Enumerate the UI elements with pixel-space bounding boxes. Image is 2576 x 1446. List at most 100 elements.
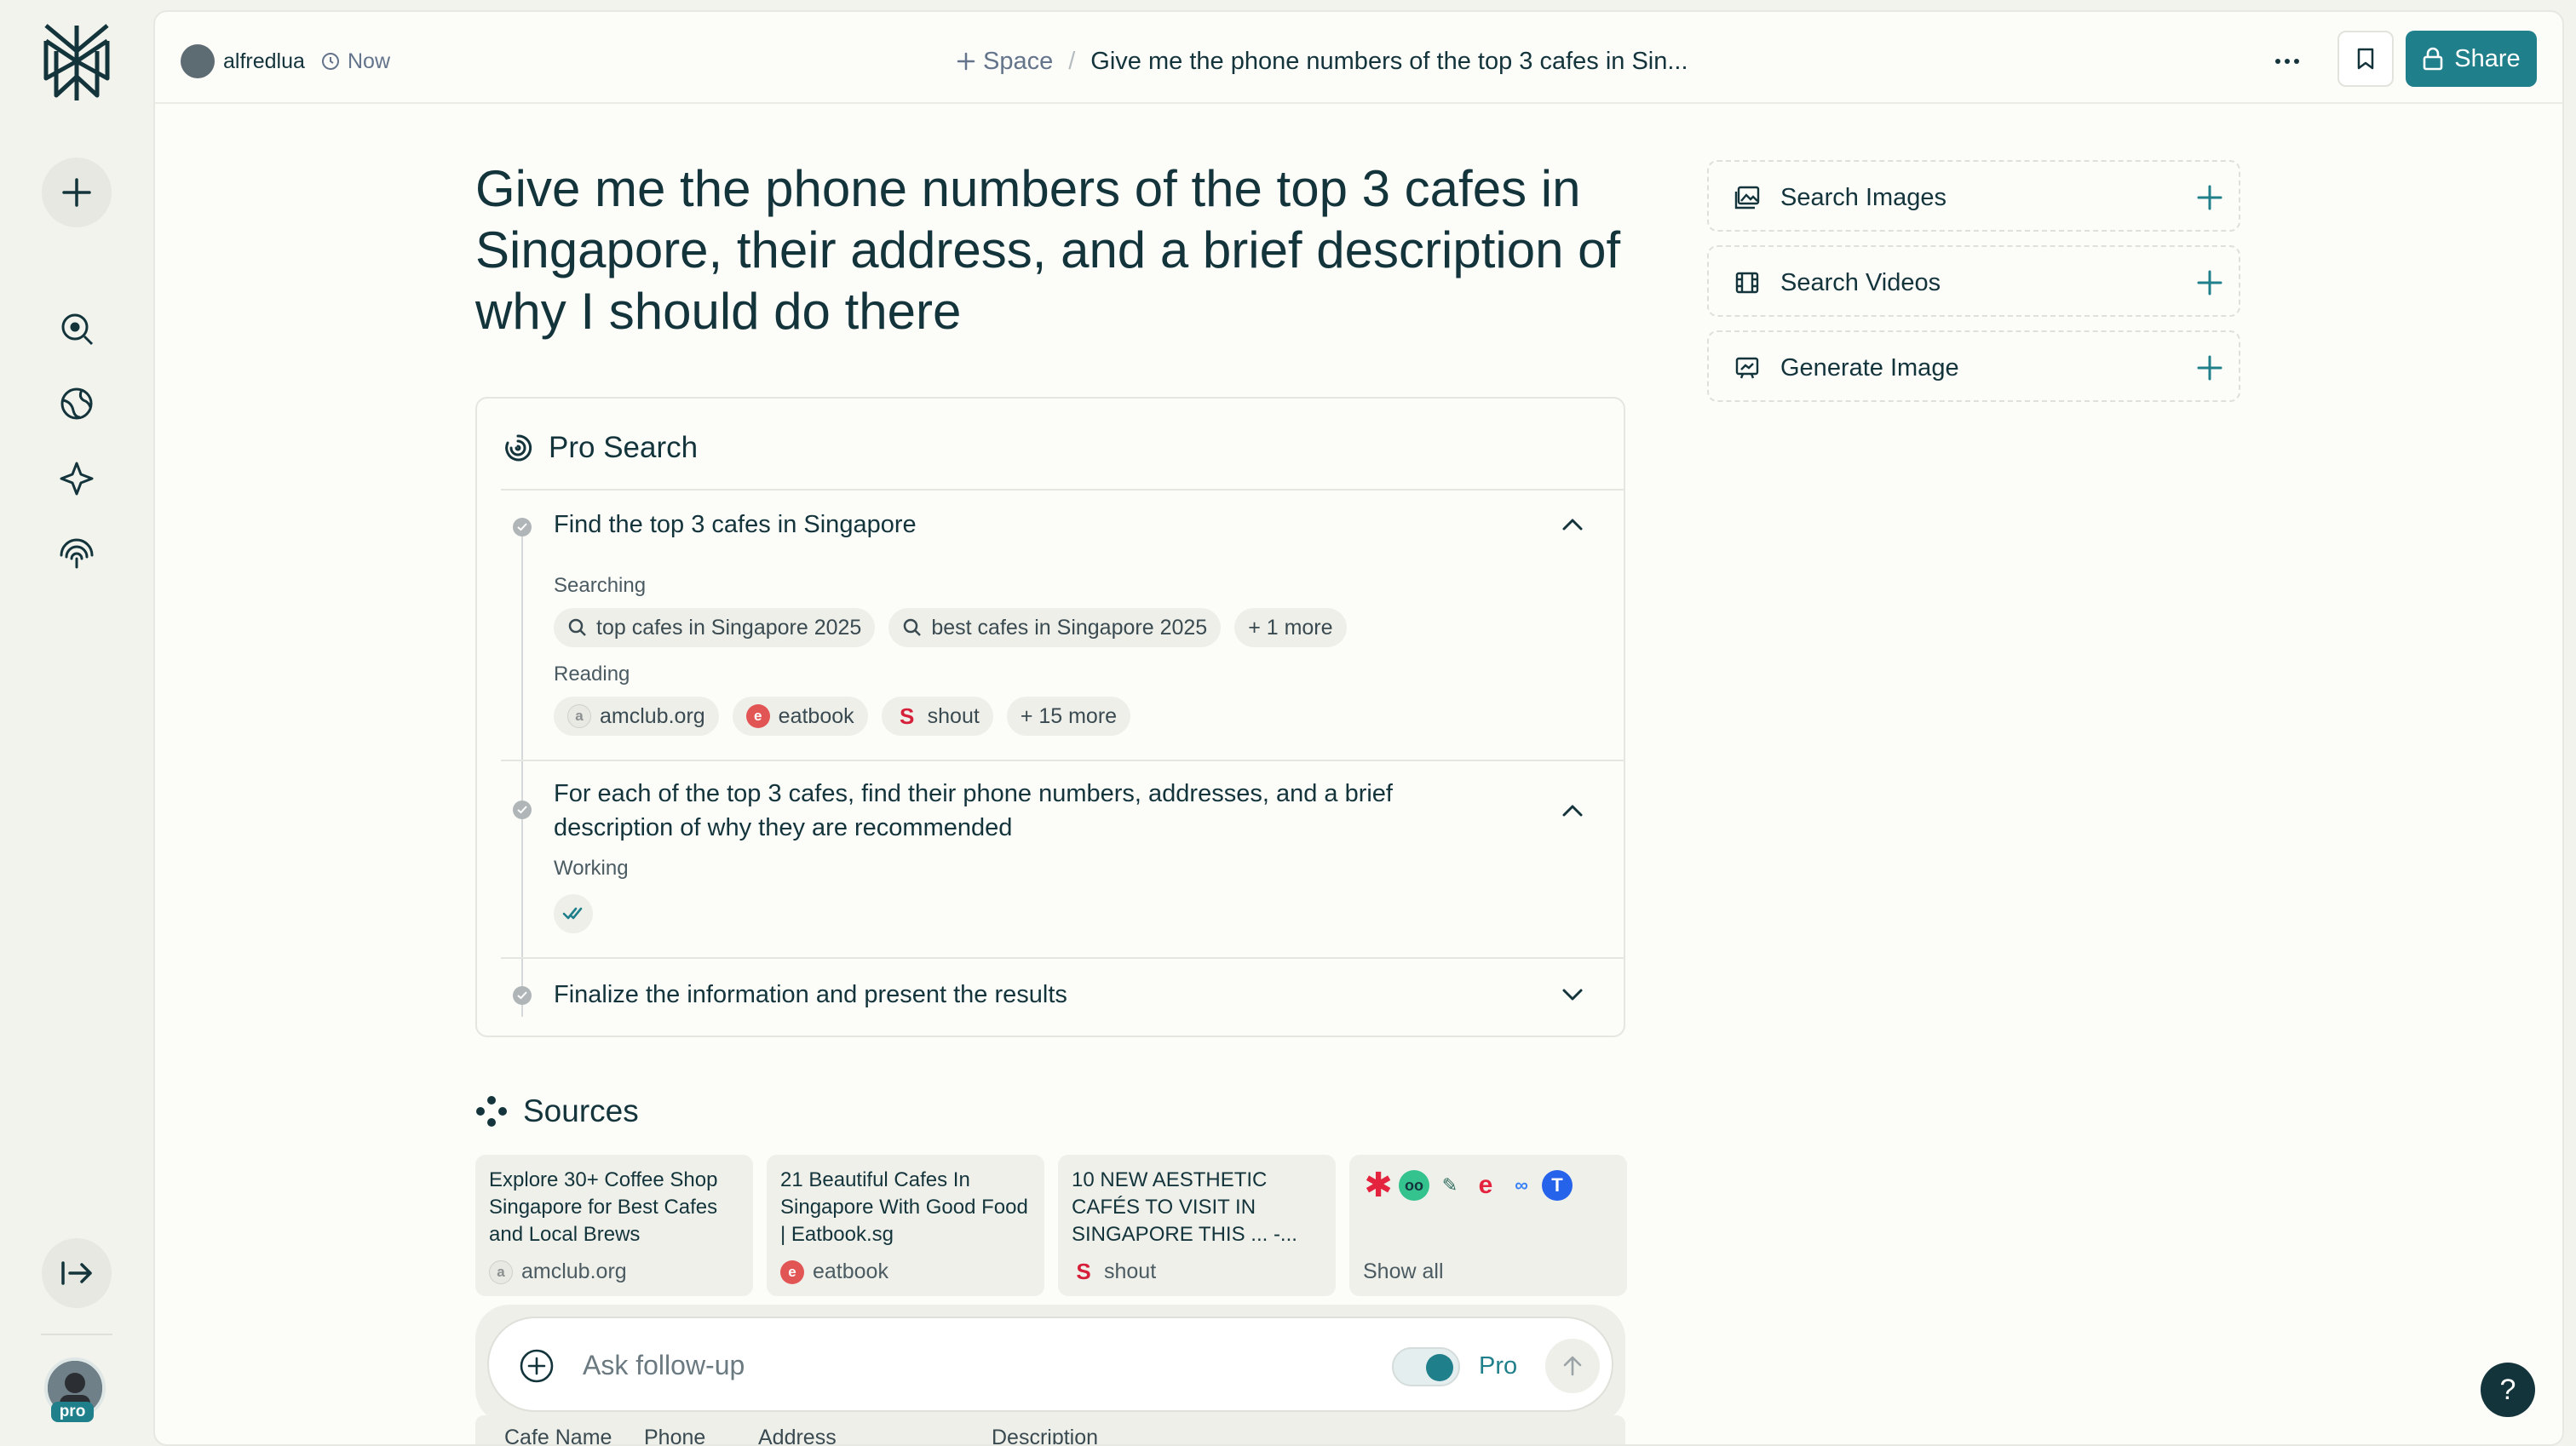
source-site-name: amclub.org bbox=[521, 1260, 627, 1283]
search-videos-button[interactable]: Search Videos bbox=[1707, 245, 2240, 317]
sources-title: Sources bbox=[523, 1093, 639, 1128]
source-site-name: eatbook bbox=[813, 1260, 888, 1283]
step-1-title: Find the top 3 cafes in Singapore bbox=[554, 511, 917, 538]
bookmark-button[interactable] bbox=[2337, 31, 2394, 87]
plus-icon bbox=[957, 52, 975, 71]
chevron-up-icon[interactable] bbox=[1557, 509, 1588, 540]
add-to-space-button[interactable]: Space bbox=[956, 48, 1053, 76]
image-icon bbox=[1734, 186, 1760, 209]
step-3-title: Finalize the information and present the… bbox=[554, 981, 1067, 1008]
send-button[interactable] bbox=[1545, 1339, 1600, 1393]
searching-label: Searching bbox=[554, 574, 647, 597]
shout-favicon-icon: S bbox=[899, 703, 915, 729]
step-status-icon bbox=[513, 800, 532, 819]
source-card-site: e eatbook bbox=[780, 1260, 888, 1284]
eatbook-favicon-icon: e bbox=[780, 1260, 804, 1284]
breadcrumb-separator: / bbox=[1068, 47, 1076, 75]
ellipsis-icon bbox=[2275, 59, 2299, 64]
perplexity-logo-icon[interactable] bbox=[39, 22, 114, 104]
shout-favicon-icon: S bbox=[1076, 1259, 1091, 1284]
share-label: Share bbox=[2454, 44, 2521, 72]
plus-icon bbox=[2197, 270, 2222, 296]
search-query-chip[interactable]: best cafes in Singapore 2025 bbox=[888, 608, 1222, 647]
source-chip[interactable]: S shout bbox=[881, 697, 993, 736]
main-panel: alfredlua Now Space / Give me the phone … bbox=[153, 10, 2564, 1446]
space-label: Space bbox=[983, 47, 1054, 75]
source-name: amclub.org bbox=[600, 703, 705, 728]
answer-table-header: Cafe Name Phone Address Description bbox=[475, 1415, 1625, 1446]
expand-sidebar-button[interactable] bbox=[42, 1238, 112, 1308]
query-text: top cafes in Singapore 2025 bbox=[596, 615, 862, 640]
generate-image-label: Generate Image bbox=[1780, 354, 1959, 382]
tripadvisor-favicon-icon: oo bbox=[1399, 1170, 1429, 1201]
source-site-name: shout bbox=[1104, 1260, 1157, 1283]
new-thread-button[interactable] bbox=[42, 158, 112, 227]
pro-toggle[interactable] bbox=[1392, 1347, 1460, 1386]
search-query-chip[interactable]: top cafes in Singapore 2025 bbox=[554, 608, 876, 647]
pro-toggle-label: Pro bbox=[1479, 1352, 1518, 1380]
amclub-favicon-icon: a bbox=[489, 1260, 513, 1284]
search-icon bbox=[904, 618, 922, 636]
source-card-site: a amclub.org bbox=[489, 1260, 627, 1284]
more-queries-chip[interactable]: + 1 more bbox=[1234, 608, 1347, 647]
search-images-button[interactable]: Search Images bbox=[1707, 160, 2240, 232]
plus-icon bbox=[2197, 355, 2222, 381]
share-button[interactable]: Share bbox=[2406, 31, 2537, 87]
leaf-favicon-icon: ✎ bbox=[1441, 1174, 1458, 1196]
source-card[interactable]: 10 NEW AESTHETIC CAFÉS TO VISIT IN SINGA… bbox=[1058, 1155, 1336, 1296]
rail-divider bbox=[41, 1334, 112, 1335]
bookmark-icon bbox=[2357, 48, 2374, 70]
amclub-favicon-icon: a bbox=[567, 704, 591, 728]
discover-globe-icon[interactable] bbox=[51, 378, 102, 429]
thread-title[interactable]: Give me the phone numbers of the top 3 c… bbox=[1090, 48, 1688, 76]
sources-icon bbox=[476, 1096, 507, 1127]
search-queries: top cafes in Singapore 2025 best cafes i… bbox=[554, 608, 1347, 647]
lock-icon bbox=[2423, 47, 2443, 71]
source-card-title: Explore 30+ Coffee Shop Singapore for Be… bbox=[489, 1168, 718, 1246]
clock-icon bbox=[322, 53, 339, 70]
source-card[interactable]: Explore 30+ Coffee Shop Singapore for Be… bbox=[475, 1155, 753, 1296]
reading-sources: a amclub.org e eatbook S shout + 15 more bbox=[554, 697, 1131, 736]
top-bar: alfredlua Now Space / Give me the phone … bbox=[155, 12, 2562, 104]
table-header-cell: Description bbox=[992, 1426, 1099, 1446]
e-favicon-icon: e bbox=[1478, 1171, 1493, 1199]
pro-search-icon bbox=[505, 434, 532, 462]
chevron-up-icon[interactable] bbox=[1557, 795, 1588, 826]
library-icon[interactable] bbox=[51, 526, 102, 577]
arrow-up-icon bbox=[1563, 1356, 1582, 1376]
generate-image-button[interactable]: Generate Image bbox=[1707, 330, 2240, 402]
source-card-title: 21 Beautiful Cafes In Singapore With Goo… bbox=[780, 1168, 1028, 1246]
source-favicons: ✱ oo ✎ e ∞ T bbox=[1363, 1167, 1613, 1204]
more-options-button[interactable] bbox=[2266, 41, 2309, 82]
t-favicon-icon: T bbox=[1542, 1170, 1573, 1201]
divider bbox=[501, 489, 1624, 491]
search-videos-label: Search Videos bbox=[1780, 269, 1941, 296]
username[interactable]: alfredlua bbox=[223, 44, 305, 78]
step-status-icon bbox=[513, 986, 532, 1005]
user-avatar-small bbox=[181, 44, 215, 78]
eatbook-favicon-icon: e bbox=[745, 704, 770, 728]
attach-plus-icon[interactable] bbox=[518, 1347, 555, 1385]
generate-image-icon bbox=[1735, 357, 1759, 379]
table-header-cell: Phone bbox=[644, 1426, 706, 1446]
table-header-cell: Address bbox=[758, 1426, 837, 1446]
spaces-sparkle-icon[interactable] bbox=[51, 453, 102, 504]
help-button[interactable]: ? bbox=[2481, 1363, 2535, 1417]
source-name: shout bbox=[927, 703, 980, 728]
show-all-label: Show all bbox=[1363, 1260, 1444, 1283]
followup-container: Pro bbox=[475, 1305, 1625, 1424]
followup-input[interactable] bbox=[583, 1340, 1315, 1390]
divider bbox=[501, 760, 1624, 761]
followup-box: Pro bbox=[487, 1317, 1613, 1412]
more-sources-chip[interactable]: + 15 more bbox=[1006, 697, 1131, 736]
divider bbox=[501, 957, 1624, 959]
chevron-down-icon[interactable] bbox=[1557, 979, 1588, 1010]
pro-search-title: Pro Search bbox=[549, 431, 699, 464]
search-icon[interactable] bbox=[51, 303, 102, 354]
source-chip[interactable]: e eatbook bbox=[732, 697, 868, 736]
source-chip[interactable]: a amclub.org bbox=[554, 697, 719, 736]
sources-header: Sources bbox=[475, 1093, 639, 1129]
show-all-sources-card[interactable]: ✱ oo ✎ e ∞ T Show all bbox=[1349, 1155, 1627, 1296]
timestamp: Now bbox=[348, 49, 391, 73]
source-card[interactable]: 21 Beautiful Cafes In Singapore With Goo… bbox=[767, 1155, 1044, 1296]
